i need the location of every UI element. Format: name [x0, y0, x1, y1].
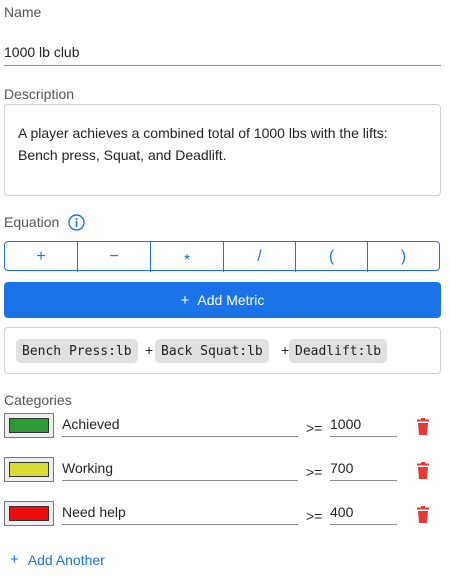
multiply-operator-button[interactable]: *	[151, 242, 224, 272]
trash-icon[interactable]	[415, 418, 431, 436]
threshold-input[interactable]: 1000	[330, 416, 397, 437]
description-label: Description	[4, 86, 75, 102]
equation-operator: +	[281, 342, 290, 358]
add-metric-label: Add Metric	[197, 292, 265, 308]
add-another-label: Add Another	[27, 551, 105, 568]
color-picker-button[interactable]	[4, 457, 54, 482]
divide-operator-button[interactable]: /	[224, 242, 296, 272]
threshold-input[interactable]: 400	[330, 504, 397, 525]
category-name-input[interactable]: Need help	[62, 504, 298, 525]
description-value: A player achieves a combined total of 10…	[18, 125, 388, 163]
plus-operator-button[interactable]: +	[5, 242, 78, 272]
info-icon[interactable]	[68, 214, 85, 231]
minus-operator-button[interactable]: −	[78, 242, 151, 272]
color-swatch	[9, 506, 49, 521]
equation-operator: +	[145, 342, 154, 358]
comparison-operator: >=	[306, 420, 323, 436]
name-input[interactable]: 1000 lb club	[4, 44, 441, 66]
color-swatch	[9, 462, 49, 477]
color-picker-button[interactable]	[4, 501, 54, 526]
comparison-operator: >=	[306, 508, 323, 524]
operator-button-group: + − * / ( )	[4, 241, 440, 272]
open-paren-button[interactable]: (	[296, 242, 368, 272]
categories-label: Categories	[4, 392, 72, 408]
close-paren-button[interactable]: )	[368, 242, 439, 272]
trash-icon[interactable]	[415, 506, 431, 524]
comparison-operator: >=	[306, 464, 323, 480]
plus-icon: +	[10, 551, 19, 568]
metric-chip[interactable]: Deadlift:lb	[289, 339, 388, 363]
category-name-input[interactable]: Achieved	[62, 416, 298, 437]
trash-icon[interactable]	[415, 462, 431, 480]
add-another-button[interactable]: + Add Another	[10, 551, 105, 568]
metric-chip[interactable]: Bench Press:lb	[16, 339, 138, 363]
metric-chip[interactable]: Back Squat:lb	[155, 339, 269, 363]
equation-display: Bench Press:lb + Back Squat:lb + Deadlif…	[4, 327, 441, 374]
plus-icon: +	[180, 291, 190, 309]
color-swatch	[9, 418, 49, 433]
color-picker-button[interactable]	[4, 413, 54, 438]
equation-label: Equation	[4, 214, 60, 230]
threshold-input[interactable]: 700	[330, 460, 397, 481]
category-name-input[interactable]: Working	[62, 460, 298, 481]
add-metric-button[interactable]: + Add Metric	[4, 282, 441, 318]
name-label: Name	[4, 4, 42, 20]
name-value: 1000 lb club	[4, 44, 80, 60]
description-textarea[interactable]: A player achieves a combined total of 10…	[4, 104, 441, 196]
